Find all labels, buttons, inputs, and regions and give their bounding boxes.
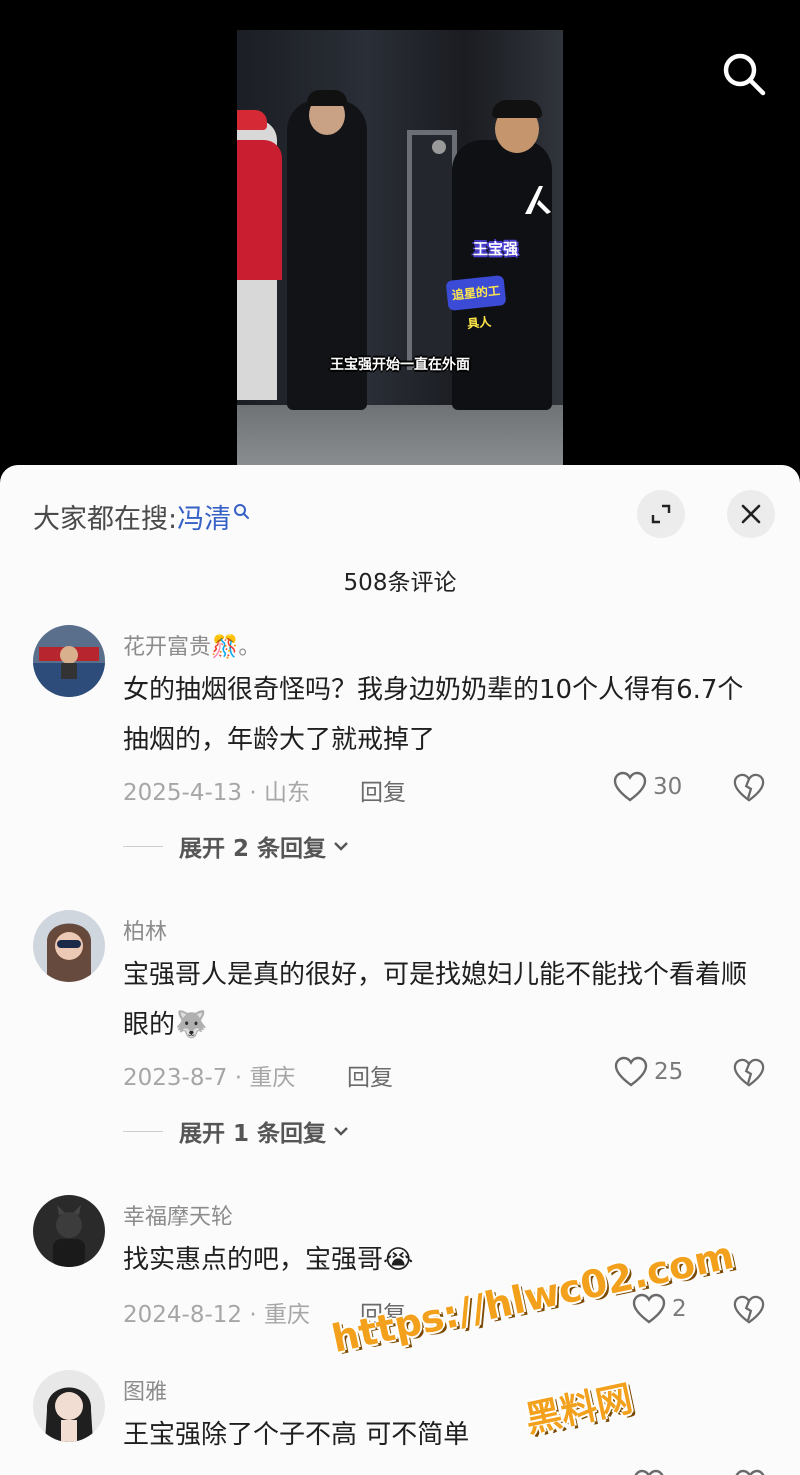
comment-text: 王宝强除了个子不高 可不简单 [123,1420,470,1450]
comment-meta: 2023-8-7 · 重庆 [123,1065,296,1091]
broken-heart-icon[interactable] [733,1057,765,1089]
broken-heart-icon[interactable] [733,1294,765,1326]
comment-username[interactable]: 花开富贵🎊。 [123,629,260,661]
avatar[interactable] [33,1195,105,1267]
like-button[interactable]: 25 [614,1056,683,1088]
avatar[interactable] [33,1370,105,1442]
chevron-down-icon [334,842,348,851]
expand-replies[interactable]: 展开 2 条回复 [123,829,352,863]
video-door [407,130,457,370]
divider-line [123,845,163,847]
jacket-logo-icon [525,186,551,214]
reply-button[interactable]: 回复 [347,1058,393,1092]
heart-icon [632,1293,666,1324]
heart-icon [613,771,647,802]
comment-meta: 2025-4-13 · 山东 [123,780,310,806]
reply-button[interactable]: 回复 [360,773,406,807]
video-player[interactable]: 王宝强 追星的工具人 王宝强开始一直在外面 [0,0,800,480]
expand-replies-label: 展开 2 条回复 [179,836,327,862]
person-left-cap [237,110,267,130]
divider-line [123,1130,163,1132]
door-handle [432,140,446,154]
comment-text: 宝强哥人是真的很好，可是找媳妇儿能不能找个看着顺眼的🐺 [123,960,748,1040]
comment-username[interactable]: 柏林 [123,914,167,946]
trending-search[interactable]: 大家都在搜: 冯清 [33,497,250,536]
heart-icon [614,1056,648,1087]
like-button[interactable]: 2 [632,1293,687,1325]
video-badge: 追星的工具人 [445,275,507,331]
video-subtitle: 王宝强开始一直在外面 [330,357,470,373]
avatar[interactable] [33,625,105,697]
comment-meta: 2024-8-12 · 重庆 [123,1302,310,1328]
close-icon [741,504,761,524]
comment-username[interactable]: 图雅 [123,1374,167,1406]
small-search-icon [234,503,250,519]
video-name-tag: 王宝强 [473,240,519,258]
comment-username[interactable]: 幸福摩天轮 [123,1199,233,1231]
heart-icon[interactable] [632,1465,666,1475]
like-count: 30 [653,774,683,800]
avatar[interactable] [33,910,105,982]
expand-replies-label: 展开 1 条回复 [179,1121,327,1147]
expand-replies[interactable]: 展开 1 条回复 [123,1114,352,1148]
expand-icon [651,504,671,524]
like-button[interactable]: 30 [613,771,682,803]
chevron-down-icon [334,1127,348,1136]
person-middle-cap [307,90,347,106]
person-right-cap [492,100,542,118]
like-count: 25 [654,1059,684,1085]
trending-search-keyword[interactable]: 冯清 [177,497,231,536]
video-floor [237,405,563,470]
person-left-jacket [237,140,282,280]
video-frame[interactable]: 王宝强 追星的工具人 王宝强开始一直在外面 [237,30,563,470]
close-button[interactable] [727,490,775,538]
trending-search-prefix: 大家都在搜: [33,504,178,535]
expand-button[interactable] [637,490,685,538]
like-count: 2 [672,1296,687,1322]
broken-heart-icon[interactable] [733,1465,767,1475]
comment-count: 508条评论 [343,570,457,596]
comment-text: 女的抽烟很奇怪吗？我身边奶奶辈的10个人得有6.7个抽烟的，年龄大了就戒掉了 [123,675,744,755]
broken-heart-icon[interactable] [733,772,765,804]
search-icon[interactable] [720,50,768,98]
